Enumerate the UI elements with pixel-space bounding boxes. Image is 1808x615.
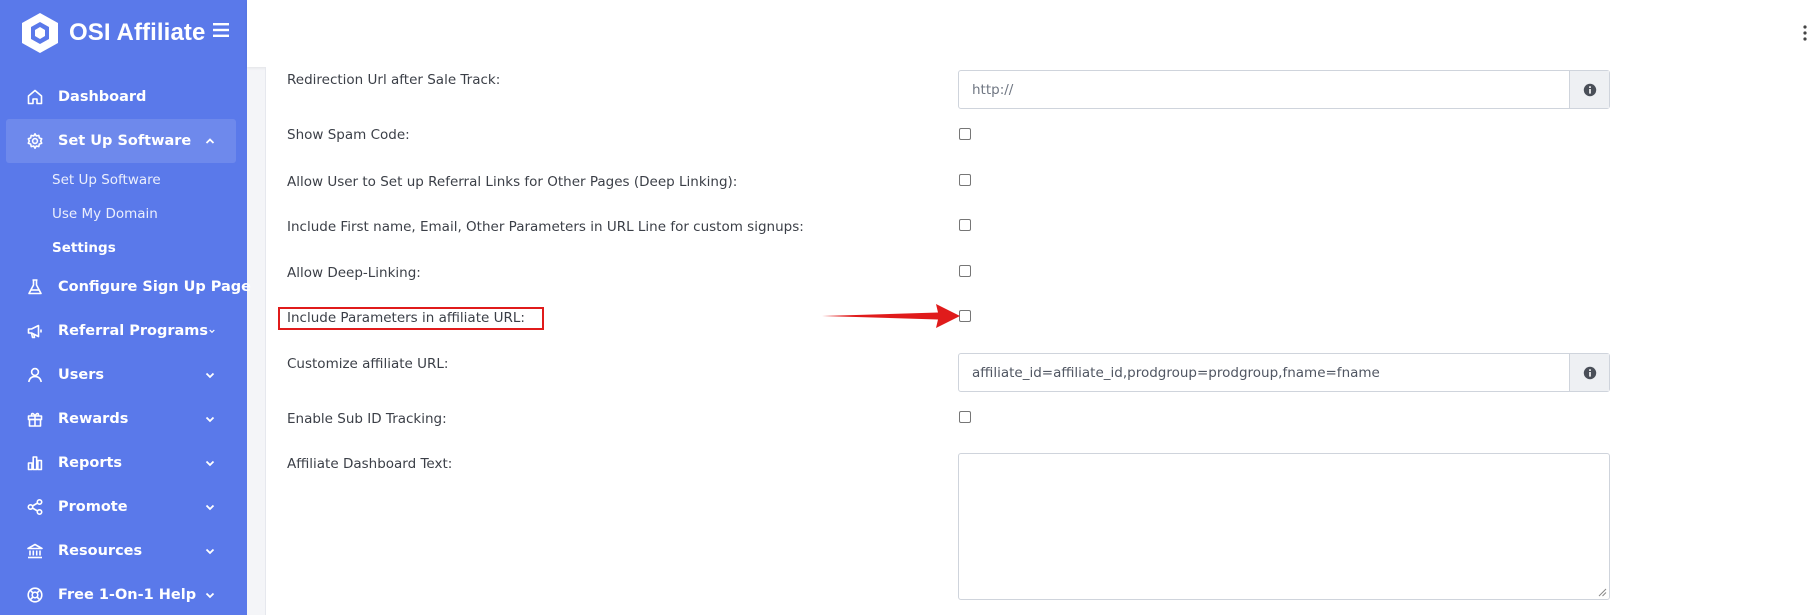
sidebar-item-referral-programs[interactable]: Referral Programs [6, 309, 236, 353]
sidebar-item-label: Dashboard [58, 89, 147, 105]
include-first-name-label: Include First name, Email, Other Paramet… [287, 219, 804, 235]
hexagon-logo-icon [22, 13, 58, 53]
deep-linking-other-pages-label: Allow User to Set up Referral Links for … [287, 174, 738, 190]
megaphone-icon [27, 324, 42, 339]
dashboard-text-label: Affiliate Dashboard Text: [287, 456, 453, 472]
sidebar-subitem-settings[interactable]: Settings [52, 240, 116, 256]
sub-id-tracking-label: Enable Sub ID Tracking: [287, 411, 447, 427]
sidebar-item-reports[interactable]: Reports [6, 441, 236, 485]
sidebar-item-resources[interactable]: Resources [6, 529, 236, 573]
lifebuoy-icon [27, 587, 43, 603]
customize-url-input-group: affiliate_id=affiliate_id,prodgroup=prod… [958, 353, 1610, 392]
allow-deep-linking-checkbox[interactable] [959, 265, 971, 277]
chevron-down-icon [205, 592, 215, 599]
info-icon [1583, 366, 1596, 379]
sidebar-item-label: Referral Programs [58, 323, 209, 339]
chevron-down-icon [205, 372, 215, 379]
sidebar-item-label: Configure Sign Up Page [58, 279, 252, 295]
sidebar-subitem-use-my-domain[interactable]: Use My Domain [52, 206, 158, 222]
sidebar-item-users[interactable]: Users [6, 353, 236, 397]
sidebar-item-label: Users [58, 367, 105, 383]
chevron-down-icon [205, 548, 215, 555]
brand-name: OSI Affiliate [69, 19, 206, 46]
redirection-url-label: Redirection Url after Sale Track: [287, 72, 501, 88]
sidebar-item-label: Resources [58, 543, 143, 559]
deep-linking-other-pages-checkbox[interactable] [959, 174, 971, 186]
customize-url-info-button[interactable] [1569, 354, 1609, 391]
bank-icon [27, 543, 43, 559]
info-icon [1583, 83, 1596, 96]
redirection-url-input[interactable]: http:// [959, 71, 1569, 108]
share-icon [27, 498, 43, 516]
home-icon [27, 89, 43, 105]
bar-chart-icon [27, 456, 43, 471]
resize-handle-icon[interactable] [1597, 587, 1607, 597]
chevron-down-icon [205, 416, 215, 423]
sidebar-item-set-up-software[interactable]: Set Up Software [6, 119, 236, 163]
hamburger-menu-icon[interactable] [212, 22, 230, 38]
redirection-url-info-button[interactable] [1569, 71, 1609, 108]
sidebar-item-promote[interactable]: Promote [6, 485, 236, 529]
include-parameters-checkbox[interactable] [959, 310, 971, 322]
top-bar [247, 0, 1808, 67]
chevron-down-icon [205, 460, 215, 467]
sidebar-item-configure-sign-up-page[interactable]: Configure Sign Up Page [6, 265, 251, 309]
gear-icon [27, 133, 43, 149]
sidebar-item-free-help[interactable]: Free 1-On-1 Help [6, 573, 236, 615]
sidebar: OSI Affiliate Dashboard Set Up Software … [0, 0, 251, 615]
dashboard-text-textarea[interactable] [958, 453, 1610, 600]
kebab-menu-icon[interactable] [1802, 24, 1808, 42]
sidebar-item-rewards[interactable]: Rewards [6, 397, 236, 441]
sidebar-subitem-set-up-software[interactable]: Set Up Software [52, 172, 161, 188]
sidebar-item-label: Free 1-On-1 Help [58, 587, 197, 603]
brand[interactable]: OSI Affiliate [20, 12, 205, 54]
redirection-url-input-group: http:// [958, 70, 1610, 109]
annotation-arrow-icon [822, 304, 960, 328]
show-spam-code-checkbox[interactable] [959, 128, 971, 140]
chevron-down-icon [209, 329, 215, 334]
annotation-highlight-box [278, 307, 544, 330]
include-first-name-checkbox[interactable] [959, 219, 971, 231]
sidebar-item-label: Rewards [58, 411, 129, 427]
sidebar-item-label: Reports [58, 455, 123, 471]
sidebar-item-dashboard[interactable]: Dashboard [6, 75, 236, 119]
sidebar-item-label: Promote [58, 499, 128, 515]
flask-icon [28, 279, 42, 295]
sub-id-tracking-checkbox[interactable] [959, 411, 971, 423]
sidebar-item-label: Set Up Software [58, 133, 192, 149]
chevron-up-icon [205, 138, 215, 144]
user-icon [28, 367, 42, 383]
customize-url-label: Customize affiliate URL: [287, 356, 449, 372]
customize-url-input[interactable]: affiliate_id=affiliate_id,prodgroup=prod… [959, 354, 1569, 391]
chevron-down-icon [205, 504, 215, 511]
allow-deep-linking-label: Allow Deep-Linking: [287, 265, 421, 281]
gift-icon [27, 412, 43, 427]
show-spam-code-label: Show Spam Code: [287, 127, 410, 143]
